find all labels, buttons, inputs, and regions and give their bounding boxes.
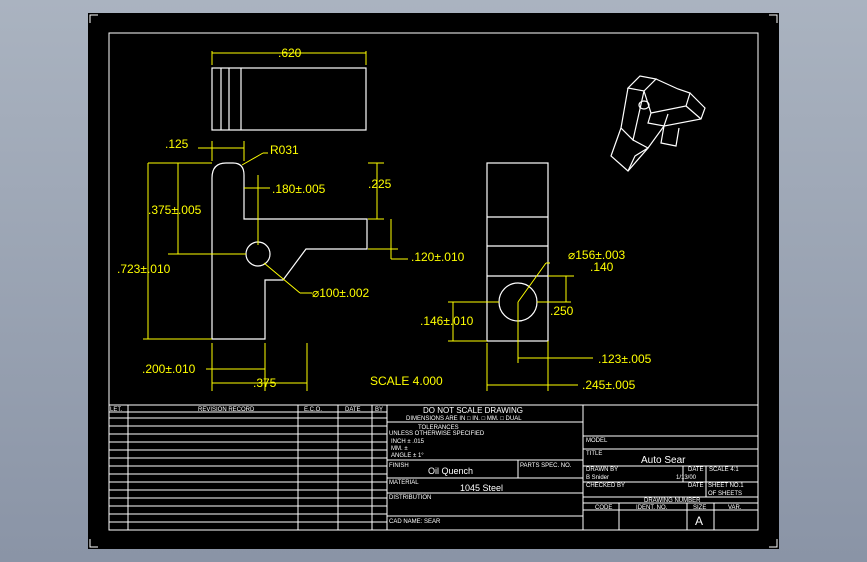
date-label-2: DATE [688, 483, 704, 489]
distribution: DISTRIBUTION [389, 495, 431, 501]
dim-200: .200±.010 [142, 362, 196, 376]
drawn-by: DRAWN BY [586, 467, 618, 473]
scale-label: SCALE 4.000 [370, 374, 443, 388]
model-label: MODEL [586, 438, 608, 444]
drawing-viewport[interactable]: .620 .125 R031 .180±.005 .225 .375±.005 … [88, 13, 779, 549]
material-label: MATERIAL [389, 480, 419, 486]
finish-value: Oil Quench [428, 466, 473, 476]
rev-eco: E.C.O. [304, 407, 322, 413]
dim-125: .125 [165, 137, 189, 151]
tol-mm: MM. ± [391, 446, 408, 452]
date-label: DATE [688, 467, 704, 473]
rev-ltr: LET. [110, 407, 122, 413]
dim-146: .146±.010 [420, 314, 474, 328]
rev-date: DATE [345, 407, 361, 413]
size-label: SIZE [693, 505, 706, 511]
isometric-view [610, 75, 706, 172]
ident-label: IDENT. NO. [636, 505, 668, 511]
sheet-no: SHEET NO.1 [708, 483, 744, 489]
dimension-lines [143, 51, 593, 391]
finish-label: FINISH [389, 463, 409, 469]
drawn-name: B Snider [586, 475, 609, 481]
dim-120: .120±.010 [411, 250, 465, 264]
dim-180: .180±.005 [272, 182, 326, 196]
cad-drawing: .620 .125 R031 .180±.005 .225 .375±.005 … [89, 14, 778, 548]
material-value: 1045 Steel [460, 483, 503, 493]
rev-record: REVISION RECORD [198, 407, 255, 413]
dims-are-in: DIMENSIONS ARE IN □ IN. □ MM. □ DUAL [406, 416, 522, 422]
dim-620: .620 [278, 46, 302, 60]
dim-225: .225 [368, 177, 392, 191]
title-block-text: LET. REVISION RECORD E.C.O. DATE BY DO N… [110, 406, 744, 528]
tol-inch: INCH ± .015 [391, 439, 425, 445]
checked-by: CHECKED BY [586, 483, 625, 489]
front-hole [245, 241, 271, 267]
of-sheets: OF SHEETS [708, 491, 742, 497]
cad-name: CAD NAME: SEAR [389, 519, 441, 525]
var-label: VAR. [728, 505, 742, 511]
unless: UNLESS OTHERWISE SPECIFIED [389, 431, 485, 437]
drawing-number: DRAWING NUMBER [644, 498, 701, 504]
dim-hole100: ⌀100±.002 [312, 286, 370, 300]
tol-angle: ANGLE ± 1° [391, 453, 424, 459]
top-view-outline [211, 67, 367, 131]
dim-depth140: .140 [590, 260, 614, 274]
dim-375: .375±.005 [148, 203, 202, 217]
title-label: TITLE [586, 451, 602, 457]
rev-by: BY [375, 407, 383, 413]
scale-cell: SCALE 4:1 [709, 467, 739, 473]
title-value: Auto Sear [641, 455, 686, 466]
do-not-scale: DO NOT SCALE DRAWING [423, 406, 523, 415]
dim-radius: R031 [270, 143, 299, 157]
dim-250: .250 [550, 304, 574, 318]
parts-spec: PARTS SPEC. NO. [520, 463, 572, 469]
dim-375b: .375 [253, 376, 277, 390]
dim-123: .123±.005 [598, 352, 652, 366]
size-value: A [695, 514, 703, 528]
date-value: 1/13/00 [676, 475, 697, 481]
dimension-text: .620 .125 R031 .180±.005 .225 .375±.005 … [117, 46, 652, 392]
code-label: CODE [595, 505, 612, 511]
dim-245: .245±.005 [582, 378, 636, 392]
dim-723: .723±.010 [117, 262, 171, 276]
